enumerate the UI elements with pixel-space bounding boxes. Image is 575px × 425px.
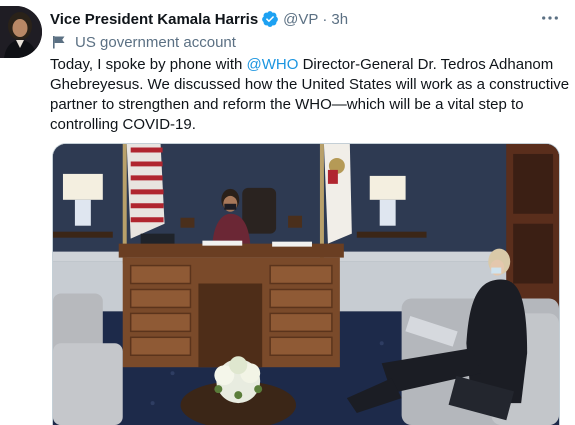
tweet-timestamp[interactable]: 3h (331, 11, 348, 28)
tweet-text: Today, I spoke by phone with @WHO Direct… (50, 55, 570, 135)
author-handle[interactable]: @VP (283, 11, 318, 28)
tweet-photo[interactable] (52, 143, 560, 425)
tweet-header: Vice President Kamala Harris @VP · 3h (50, 9, 348, 29)
account-label-text: US government account (75, 33, 236, 51)
separator-dot: · (322, 10, 328, 28)
government-account-label[interactable]: US government account (52, 33, 236, 51)
tweet-card[interactable]: Vice President Kamala Harris @VP · 3h US… (0, 0, 575, 425)
tweet-text-start: Today, I spoke by phone with (50, 56, 247, 73)
author-name[interactable]: Vice President Kamala Harris (50, 11, 258, 28)
more-options-icon[interactable] (540, 10, 560, 26)
flag-icon (53, 36, 65, 49)
avatar-image (0, 6, 42, 58)
verified-badge-icon (261, 10, 279, 28)
mention-link[interactable]: @WHO (247, 56, 299, 73)
photo-office-meeting (53, 144, 559, 425)
avatar[interactable] (0, 6, 42, 58)
